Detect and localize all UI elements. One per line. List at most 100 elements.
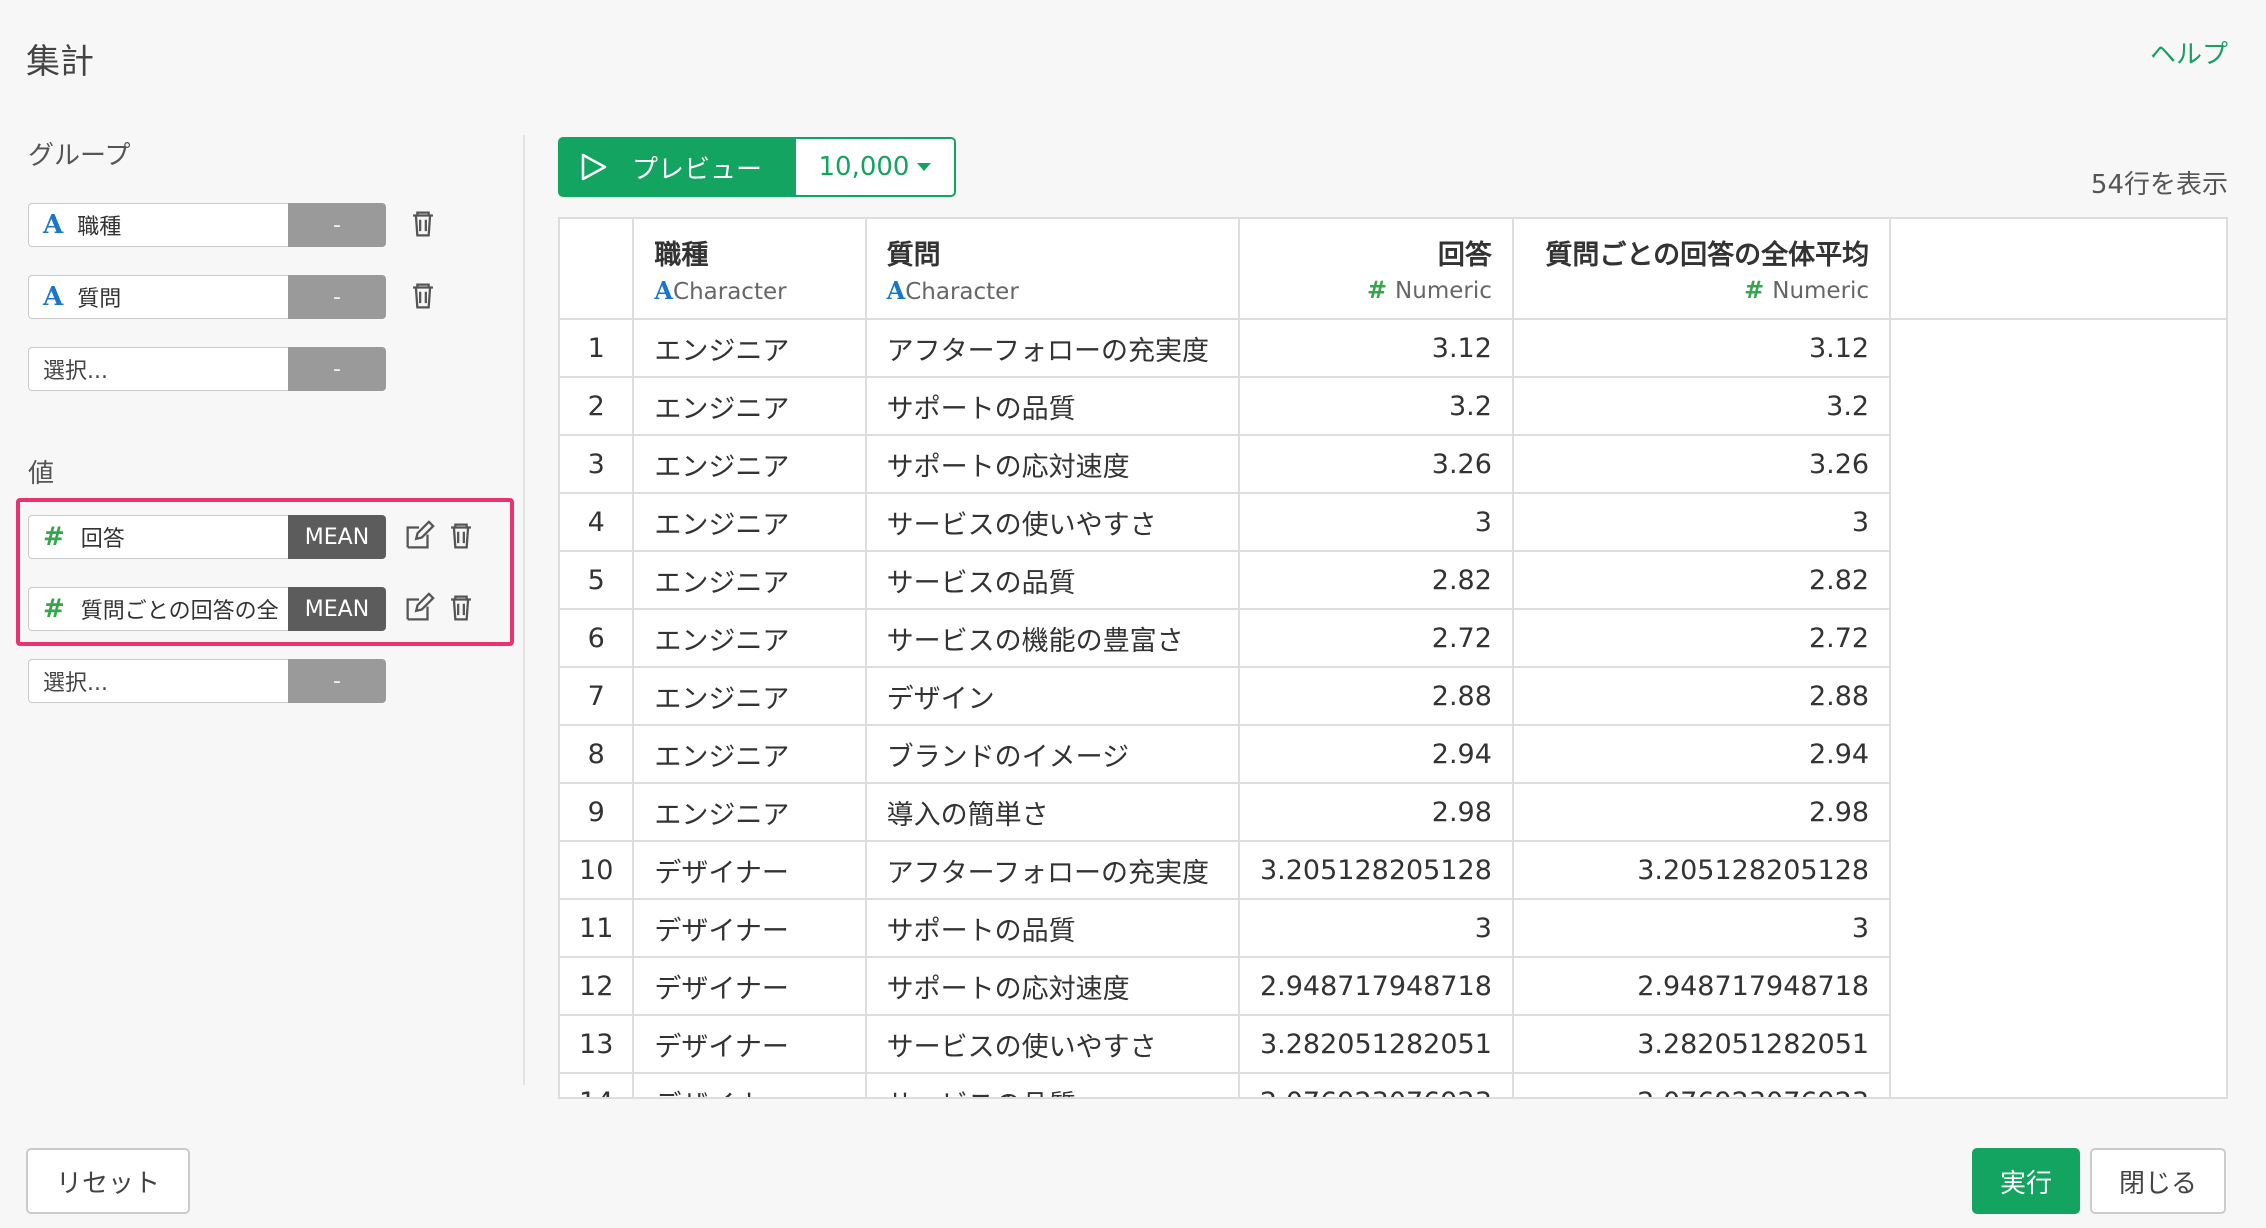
- cell-question: サポートの応対速度: [865, 957, 1240, 1016]
- empty-cell: [1890, 493, 2226, 551]
- help-link[interactable]: ヘルプ: [2150, 34, 2228, 71]
- group-row-empty: 選択... -: [28, 347, 488, 391]
- character-type-icon: A: [654, 275, 674, 305]
- row-index: 2: [560, 377, 635, 436]
- preview-table: 職種 ACharacter 質問 ACharacter 回答 # Numeric …: [558, 217, 2228, 1099]
- column-header[interactable]: 質問ごとの回答の全体平均 # Numeric: [1512, 219, 1892, 320]
- group-column-select-1[interactable]: A 職種: [28, 203, 288, 247]
- cell-answer: 2.98: [1238, 783, 1514, 842]
- table-row: 7 エンジニア デザイン 2.88 2.88: [560, 667, 2226, 726]
- cell-overall-mean: 2.82: [1512, 551, 1892, 610]
- value-agg-select-empty[interactable]: -: [288, 659, 386, 703]
- cell-question: サポートの応対速度: [865, 435, 1240, 494]
- cell-job-type: エンジニア: [633, 667, 867, 726]
- cell-job-type: エンジニア: [633, 783, 867, 842]
- cell-question: デザイン: [865, 667, 1240, 726]
- cell-question: サービスの機能の豊富さ: [865, 609, 1240, 668]
- cell-question: 導入の簡単さ: [865, 783, 1240, 842]
- cell-answer: 3.282051282051: [1238, 1015, 1514, 1074]
- row-index: 5: [560, 551, 635, 610]
- cell-question: サービスの品質: [865, 1073, 1240, 1097]
- empty-cell: [1890, 377, 2226, 435]
- group-column-select-2[interactable]: A 質問: [28, 275, 288, 319]
- reset-button[interactable]: リセット: [26, 1148, 190, 1214]
- cell-overall-mean: 3.205128205128: [1512, 841, 1892, 900]
- group-column-name: 職種: [77, 215, 122, 240]
- select-placeholder: 選択...: [43, 671, 108, 696]
- panel-divider: [523, 135, 525, 1085]
- trash-icon[interactable]: [406, 279, 440, 313]
- cell-job-type: デザイナー: [633, 899, 867, 958]
- character-type-icon: A: [43, 282, 64, 312]
- group-column-name: 質問: [77, 287, 122, 312]
- table-row: 10 デザイナー アフターフォローの充実度 3.205128205128 3.20512…: [560, 841, 2226, 900]
- group-agg-select-2[interactable]: -: [288, 275, 386, 319]
- value-column-select-empty[interactable]: 選択...: [28, 659, 288, 703]
- cell-overall-mean: 2.98: [1512, 783, 1892, 842]
- group-column-select-empty[interactable]: 選択...: [28, 347, 288, 391]
- table-row: 4 エンジニア サービスの使いやすさ 3 3: [560, 493, 2226, 552]
- cell-overall-mean: 2.076923076923: [1512, 1073, 1892, 1097]
- cell-answer: 2.948717948718: [1238, 957, 1514, 1016]
- row-index: 6: [560, 609, 635, 668]
- empty-cell: [1890, 667, 2226, 725]
- table-row: 13 デザイナー サービスの使いやすさ 3.282051282051 3.2820512…: [560, 1015, 2226, 1074]
- empty-cell: [1890, 725, 2226, 783]
- index-header: [560, 219, 635, 320]
- empty-cell: [1890, 435, 2226, 493]
- preview-rows-dropdown[interactable]: 10,000: [794, 137, 956, 197]
- table-row: 8 エンジニア ブランドのイメージ 2.94 2.94: [560, 725, 2226, 784]
- dialog-title: 集計: [26, 42, 94, 82]
- table-row: 2 エンジニア サポートの品質 3.2 3.2: [560, 377, 2226, 436]
- cell-overall-mean: 2.72: [1512, 609, 1892, 668]
- cell-job-type: エンジニア: [633, 551, 867, 610]
- cell-question: サービスの品質: [865, 551, 1240, 610]
- cell-job-type: エンジニア: [633, 435, 867, 494]
- column-header[interactable]: 質問 ACharacter: [865, 219, 1240, 320]
- empty-header: [1890, 219, 2226, 320]
- column-header[interactable]: 職種 ACharacter: [633, 219, 867, 320]
- row-index: 14: [560, 1073, 635, 1097]
- empty-cell: [1890, 957, 2226, 1015]
- close-button[interactable]: 閉じる: [2090, 1148, 2226, 1214]
- character-type-icon: A: [43, 210, 64, 240]
- value-row-empty: 選択... -: [28, 659, 488, 703]
- empty-cell: [1890, 319, 2226, 377]
- values-section-label: 値: [28, 459, 55, 489]
- cell-answer: 3.2: [1238, 377, 1514, 436]
- cell-answer: 3.205128205128: [1238, 841, 1514, 900]
- group-agg-select-empty[interactable]: -: [288, 347, 386, 391]
- row-index: 11: [560, 899, 635, 958]
- table-header-row: 職種 ACharacter 質問 ACharacter 回答 # Numeric …: [560, 219, 2226, 320]
- cell-job-type: エンジニア: [633, 493, 867, 552]
- row-index: 10: [560, 841, 635, 900]
- numeric-type-icon: #: [1744, 276, 1765, 304]
- cell-overall-mean: 3.26: [1512, 435, 1892, 494]
- trash-icon[interactable]: [406, 207, 440, 241]
- row-index: 7: [560, 667, 635, 726]
- run-button[interactable]: 実行: [1972, 1148, 2080, 1214]
- play-icon: [581, 153, 607, 181]
- cell-question: サービスの使いやすさ: [865, 1015, 1240, 1074]
- empty-cell: [1890, 899, 2226, 957]
- caret-down-icon: [917, 163, 932, 171]
- cell-job-type: デザイナー: [633, 841, 867, 900]
- cell-overall-mean: 3.12: [1512, 319, 1892, 378]
- row-index: 8: [560, 725, 635, 784]
- table-row: 12 デザイナー サポートの応対速度 2.948717948718 2.94871794…: [560, 957, 2226, 1016]
- table-row: 6 エンジニア サービスの機能の豊富さ 2.72 2.72: [560, 609, 2226, 668]
- preview-button[interactable]: プレビュー: [558, 137, 796, 197]
- cell-answer: 3.26: [1238, 435, 1514, 494]
- group-agg-select-1[interactable]: -: [288, 203, 386, 247]
- row-index: 13: [560, 1015, 635, 1074]
- cell-job-type: デザイナー: [633, 957, 867, 1016]
- cell-job-type: デザイナー: [633, 1073, 867, 1097]
- cell-overall-mean: 3.2: [1512, 377, 1892, 436]
- character-type-icon: A: [886, 275, 906, 305]
- select-placeholder: 選択...: [43, 359, 108, 384]
- table-row: 14デザイナーサービスの品質2.0769230769232.0769230769…: [560, 1073, 2226, 1097]
- empty-cell: [1890, 841, 2226, 899]
- empty-cell: [1890, 609, 2226, 667]
- cell-job-type: デザイナー: [633, 1015, 867, 1074]
- column-header[interactable]: 回答 # Numeric: [1238, 219, 1514, 320]
